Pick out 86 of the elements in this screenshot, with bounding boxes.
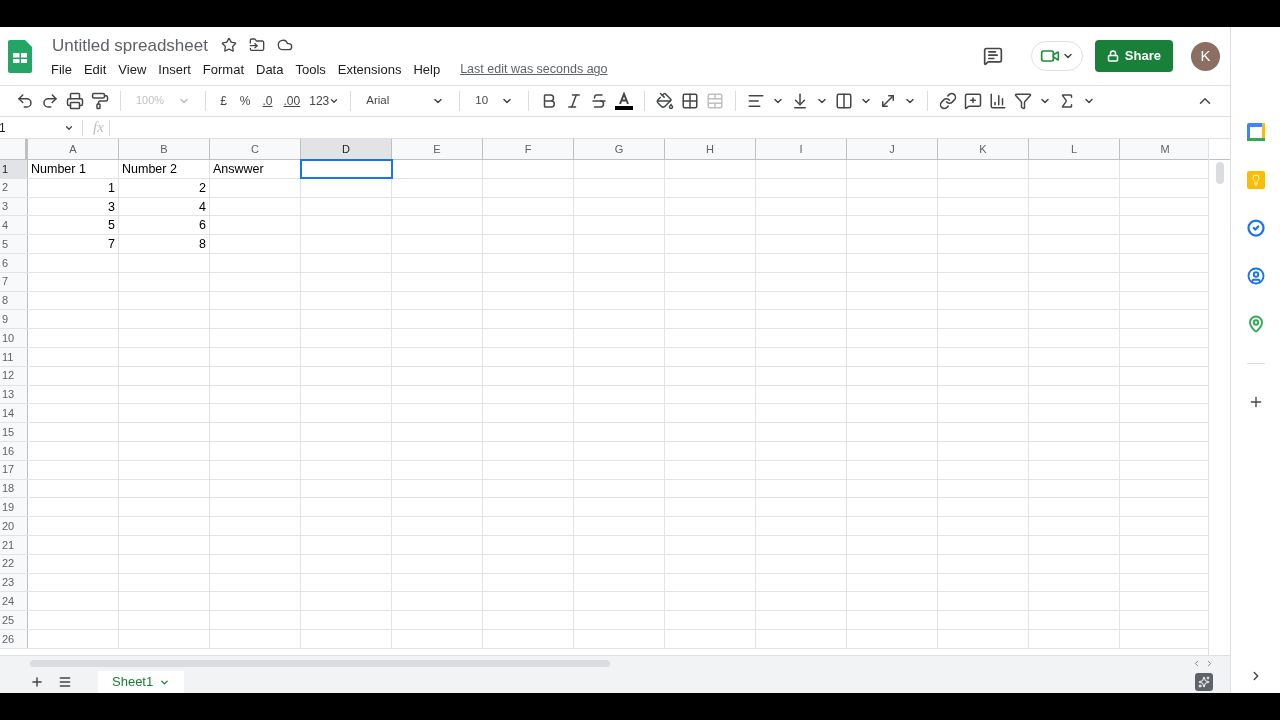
increase-decimals-button[interactable]: .00 [281, 91, 303, 110]
move-folder-icon[interactable] [248, 37, 265, 54]
cell-text: 5 [108, 217, 115, 235]
column-header[interactable]: A [28, 139, 119, 159]
scroll-left-icon[interactable] [1192, 658, 1201, 668]
row-header[interactable]: 25 [0, 611, 28, 629]
column-header[interactable]: D [301, 139, 392, 159]
column-header[interactable]: B [119, 139, 210, 159]
cell-text: Number 2 [122, 161, 177, 178]
explore-button[interactable] [1195, 673, 1213, 691]
column-header[interactable]: F [483, 139, 574, 159]
link-icon[interactable] [939, 91, 958, 110]
column-header[interactable]: M [1120, 139, 1208, 159]
menu-item[interactable]: Extensions [331, 60, 408, 80]
text-color-icon[interactable] [615, 91, 634, 110]
menu-item[interactable]: Help [407, 60, 447, 80]
borders-icon[interactable] [681, 91, 700, 110]
cell-text: 1 [108, 179, 115, 197]
strikethrough-icon[interactable] [590, 91, 609, 110]
merge-cells-icon[interactable] [706, 91, 725, 110]
cell-text: 2 [199, 179, 206, 197]
print-icon[interactable] [66, 91, 84, 110]
font-size-select[interactable]: 10 [471, 91, 518, 110]
contacts-icon[interactable] [1246, 267, 1265, 285]
menu-item[interactable]: Edit [77, 60, 113, 80]
star-icon[interactable] [220, 37, 237, 54]
active-cell[interactable] [301, 160, 392, 178]
row-header[interactable]: 1 [0, 160, 28, 178]
menu-item[interactable]: File [51, 60, 78, 80]
avatar[interactable]: K [1191, 41, 1220, 71]
column-header[interactable]: E [392, 139, 483, 159]
name-box[interactable]: 1 [0, 118, 77, 137]
column-header[interactable]: J [847, 139, 938, 159]
row-header[interactable]: 20 [0, 517, 28, 535]
column-header[interactable]: K [938, 139, 1029, 159]
add-comment-icon[interactable] [964, 91, 983, 110]
undo-icon[interactable] [16, 91, 34, 110]
currency-button[interactable]: £ [217, 91, 230, 110]
sheets-logo[interactable] [8, 39, 32, 73]
share-button[interactable]: Share [1094, 40, 1173, 72]
cell-text: Number 1 [31, 161, 86, 178]
more-formats-button[interactable]: 123 [309, 91, 340, 110]
document-title[interactable]: Untitled spreadsheet [51, 32, 209, 58]
column-header[interactable]: H [665, 139, 756, 159]
paint-format-icon[interactable] [91, 91, 109, 110]
row-header[interactable]: 4 [0, 216, 28, 235]
column-header[interactable]: L [1029, 139, 1120, 159]
vertical-scrollbar-thumb[interactable] [1215, 162, 1224, 184]
menu-item[interactable]: Insert [152, 60, 197, 80]
percent-button[interactable]: % [236, 91, 254, 110]
menu-item[interactable]: Data [250, 60, 290, 80]
menu-item[interactable]: Format [196, 60, 250, 80]
scroll-right-icon[interactable] [1205, 658, 1214, 668]
cell-text: 6 [199, 217, 206, 235]
comment-icon[interactable] [982, 46, 1003, 66]
all-sheets-icon[interactable] [58, 675, 72, 689]
cell-text: 3 [108, 198, 115, 216]
row-header[interactable]: 10 [0, 329, 28, 347]
column-header[interactable]: G [574, 139, 665, 159]
row-header[interactable]: 15 [0, 423, 28, 441]
decrease-decimals-button[interactable]: .0 [260, 91, 275, 110]
row-header[interactable]: 9 [0, 310, 28, 329]
font-select[interactable]: Arial [362, 91, 449, 110]
row-header[interactable]: 19 [0, 498, 28, 517]
add-sheet-icon[interactable] [30, 675, 44, 689]
sheet-tab[interactable]: Sheet1 [98, 671, 185, 693]
redo-icon[interactable] [41, 91, 59, 110]
fill-color-icon[interactable] [656, 91, 675, 110]
row-header[interactable]: 24 [0, 592, 28, 611]
menu-item[interactable]: Tools [289, 60, 332, 80]
cell-text: 8 [199, 236, 206, 254]
filter-icon[interactable] [1014, 91, 1033, 110]
cell-text: 7 [108, 236, 115, 254]
last-edit-link[interactable]: Last edit was seconds ago [460, 60, 608, 80]
map-pin-icon[interactable] [1246, 315, 1265, 333]
column-header[interactable]: I [756, 139, 847, 159]
tasks-icon[interactable] [1246, 219, 1265, 237]
cell-text: 4 [199, 198, 206, 216]
chart-icon[interactable] [989, 91, 1008, 110]
menu-item[interactable]: View [112, 60, 153, 80]
row-header[interactable]: 5 [0, 235, 28, 253]
lock-icon [1106, 50, 1119, 62]
fx-label: fx [92, 118, 105, 138]
cell-text: Answwer [213, 161, 264, 178]
row-header[interactable]: 14 [0, 404, 28, 423]
calendar-icon[interactable] [1246, 123, 1265, 141]
